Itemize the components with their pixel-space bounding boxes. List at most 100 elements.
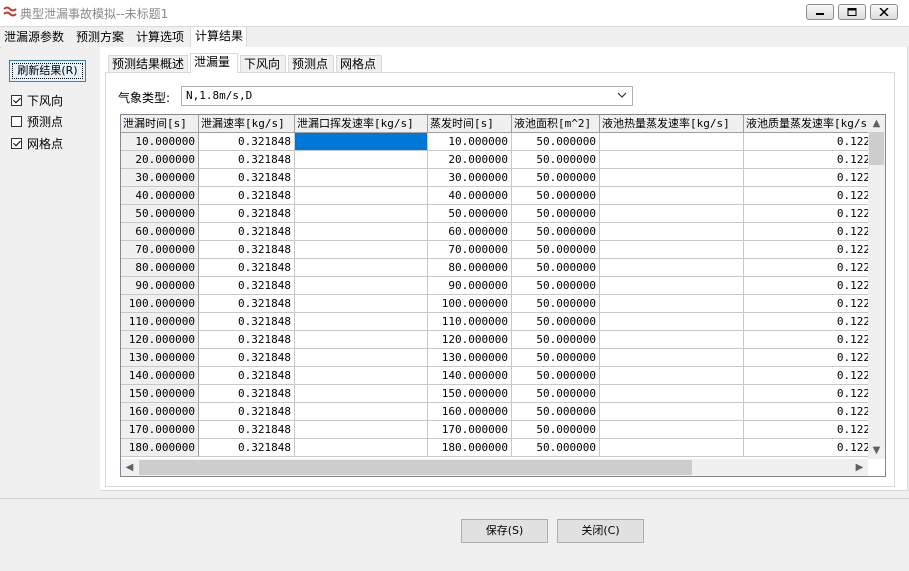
table-cell[interactable]: 50.000000 — [512, 385, 600, 403]
table-row[interactable]: 150.000000 0.321848 150.000000 50.000000 0.1… — [121, 385, 868, 403]
table-cell[interactable]: 160.000000 — [428, 403, 512, 421]
table-cell[interactable] — [600, 223, 744, 241]
table-cell[interactable]: 50.000000 — [512, 313, 600, 331]
table-cell[interactable] — [295, 205, 428, 223]
table-cell[interactable]: 150.000000 — [428, 385, 512, 403]
table-cell[interactable] — [295, 187, 428, 205]
tab-forecast-point[interactable]: 预测点 — [288, 55, 334, 72]
table-cell[interactable]: 0.122 — [744, 277, 868, 295]
table-cell[interactable]: 120.000000 — [428, 331, 512, 349]
table-cell[interactable]: 70.000000 — [428, 241, 512, 259]
row-header-cell[interactable]: 30.000000 — [121, 169, 199, 187]
tab-forecast-plan[interactable]: 预测方案 — [72, 28, 130, 46]
table-cell[interactable] — [295, 439, 428, 457]
table-cell[interactable]: 0.122 — [744, 241, 868, 259]
table-cell[interactable]: 0.122 — [744, 205, 868, 223]
column-header[interactable]: 泄漏口挥发速率[kg/s] — [295, 115, 428, 133]
table-row[interactable]: 80.000000 0.321848 80.000000 50.000000 0.122 — [121, 259, 868, 277]
tab-calc-options[interactable]: 计算选项 — [132, 28, 190, 46]
table-cell[interactable]: 0.321848 — [199, 169, 295, 187]
table-cell[interactable] — [600, 187, 744, 205]
table-cell[interactable]: 50.000000 — [512, 223, 600, 241]
table-cell[interactable] — [295, 295, 428, 313]
table-cell[interactable] — [295, 277, 428, 295]
table-cell[interactable] — [295, 259, 428, 277]
row-header-cell[interactable]: 130.000000 — [121, 349, 199, 367]
table-cell[interactable]: 40.000000 — [428, 187, 512, 205]
table-cell[interactable] — [600, 313, 744, 331]
tab-leak-source[interactable]: 泄漏源参数 — [0, 28, 70, 46]
table-cell[interactable] — [600, 169, 744, 187]
table-cell[interactable] — [600, 403, 744, 421]
row-header-cell[interactable]: 80.000000 — [121, 259, 199, 277]
tab-results-overview[interactable]: 预测结果概述 — [108, 55, 188, 72]
column-header[interactable]: 泄漏时间[s] — [121, 115, 199, 133]
table-cell[interactable] — [600, 277, 744, 295]
table-row[interactable]: 100.000000 0.321848 100.000000 50.000000 0.1… — [121, 295, 868, 313]
row-header-cell[interactable]: 50.000000 — [121, 205, 199, 223]
table-cell[interactable]: 0.321848 — [199, 241, 295, 259]
table-row[interactable]: 170.000000 0.321848 170.000000 50.000000 0.1… — [121, 421, 868, 439]
table-row[interactable]: 50.000000 0.321848 50.000000 50.000000 0.122 — [121, 205, 868, 223]
vertical-scrollbar[interactable]: ▲ ▼ — [868, 115, 885, 459]
table-row[interactable]: 30.000000 0.321848 30.000000 50.000000 0.122 — [121, 169, 868, 187]
table-cell[interactable]: 0.122 — [744, 403, 868, 421]
save-button[interactable]: 保存(S) — [461, 519, 548, 543]
table-cell[interactable]: 50.000000 — [512, 421, 600, 439]
table-cell[interactable]: 0.122 — [744, 367, 868, 385]
checkbox-grid-point-box[interactable] — [11, 137, 22, 149]
table-row[interactable]: 20.000000 0.321848 20.000000 50.000000 0.122 — [121, 151, 868, 169]
column-header[interactable]: 液池热量蒸发速率[kg/s] — [600, 115, 744, 133]
table-row[interactable]: 40.000000 0.321848 40.000000 50.000000 0.122 — [121, 187, 868, 205]
row-header-cell[interactable]: 120.000000 — [121, 331, 199, 349]
scroll-left-icon[interactable]: ◀ — [121, 459, 138, 476]
table-cell[interactable]: 0.122 — [744, 331, 868, 349]
table-cell[interactable] — [295, 349, 428, 367]
column-header[interactable]: 泄漏速率[kg/s] — [199, 115, 295, 133]
table-row[interactable]: 140.000000 0.321848 140.000000 50.000000 0.1… — [121, 367, 868, 385]
tab-grid-point[interactable]: 网格点 — [336, 55, 382, 72]
table-cell[interactable]: 0.321848 — [199, 151, 295, 169]
table-cell[interactable] — [295, 241, 428, 259]
table-cell[interactable]: 0.321848 — [199, 367, 295, 385]
table-cell[interactable]: 0.321848 — [199, 313, 295, 331]
column-header[interactable]: 液池质量蒸发速率[kg/s] — [744, 115, 868, 133]
table-cell[interactable]: 0.321848 — [199, 295, 295, 313]
table-cell[interactable]: 0.321848 — [199, 421, 295, 439]
checkbox-grid-point[interactable]: 网格点 — [11, 135, 63, 151]
table-cell[interactable]: 0.122 — [744, 385, 868, 403]
table-cell[interactable]: 90.000000 — [428, 277, 512, 295]
row-header-cell[interactable]: 150.000000 — [121, 385, 199, 403]
table-row[interactable]: 60.000000 0.321848 60.000000 50.000000 0.122 — [121, 223, 868, 241]
table-cell[interactable]: 60.000000 — [428, 223, 512, 241]
checkbox-downwind-box[interactable] — [11, 94, 22, 106]
table-cell[interactable]: 0.122 — [744, 259, 868, 277]
table-cell[interactable]: 0.321848 — [199, 205, 295, 223]
table-cell[interactable] — [600, 439, 744, 457]
table-cell[interactable]: 0.122 — [744, 313, 868, 331]
maximize-button[interactable] — [838, 4, 866, 20]
checkbox-forecast-point-box[interactable] — [11, 115, 22, 127]
table-cell[interactable] — [600, 295, 744, 313]
row-header-cell[interactable]: 100.000000 — [121, 295, 199, 313]
row-header-cell[interactable]: 110.000000 — [121, 313, 199, 331]
leak-results-table[interactable]: 泄漏时间[s] 泄漏速率[kg/s] 泄漏口挥发速率[kg/s] 蒸发时间[s] 液池面… — [120, 114, 886, 477]
column-header[interactable]: 蒸发时间[s] — [428, 115, 512, 133]
scroll-right-icon[interactable]: ▶ — [851, 459, 868, 476]
table-cell[interactable]: 0.122 — [744, 187, 868, 205]
row-header-cell[interactable]: 180.000000 — [121, 439, 199, 457]
refresh-results-button[interactable]: 刷新结果(R) — [9, 60, 86, 82]
table-cell[interactable] — [600, 241, 744, 259]
table-cell[interactable]: 20.000000 — [428, 151, 512, 169]
table-cell[interactable]: 50.000000 — [512, 331, 600, 349]
table-cell[interactable] — [295, 331, 428, 349]
table-row[interactable]: 70.000000 0.321848 70.000000 50.000000 0.122 — [121, 241, 868, 259]
table-cell[interactable] — [295, 403, 428, 421]
table-cell[interactable]: 0.122 — [744, 169, 868, 187]
row-header-cell[interactable]: 70.000000 — [121, 241, 199, 259]
row-header-cell[interactable]: 40.000000 — [121, 187, 199, 205]
table-cell[interactable]: 50.000000 — [512, 241, 600, 259]
table-cell[interactable]: 50.000000 — [512, 439, 600, 457]
table-cell[interactable]: 0.122 — [744, 133, 868, 151]
table-cell[interactable]: 0.321848 — [199, 277, 295, 295]
